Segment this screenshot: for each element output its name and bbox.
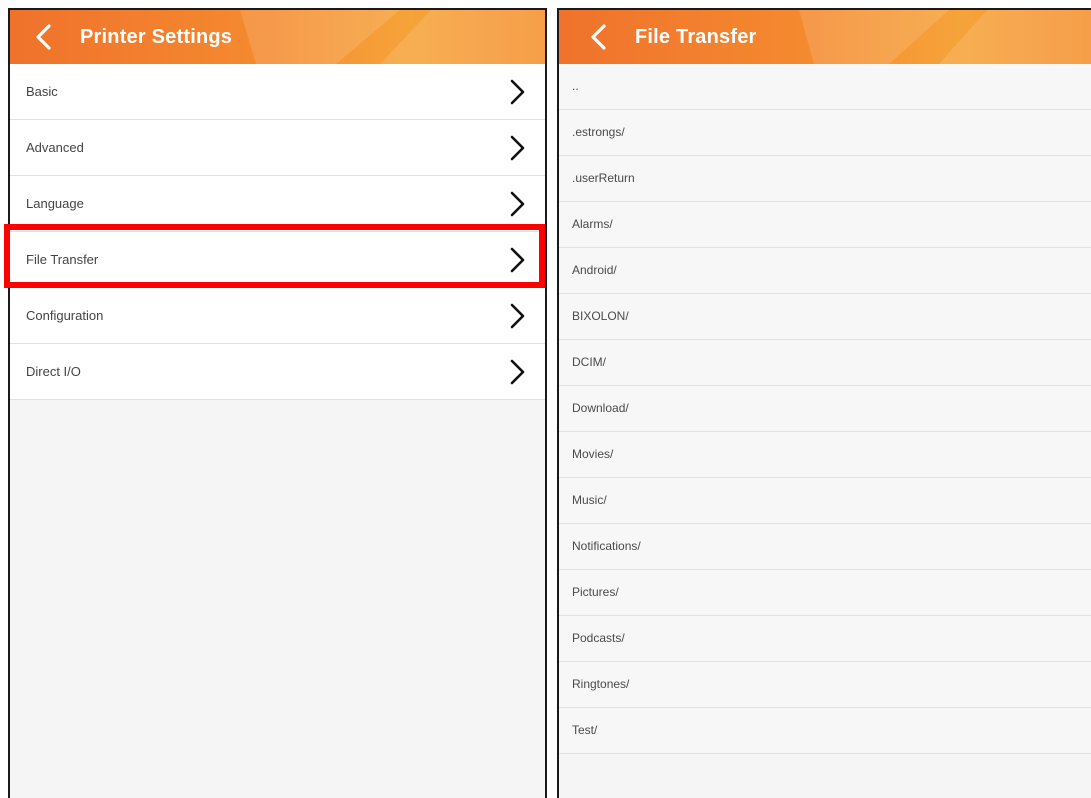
menu-item-label: Direct I/O: [26, 364, 81, 379]
chevron-left-icon[interactable]: [32, 23, 58, 51]
file-name: Alarms/: [572, 217, 613, 231]
file-list: .. .estrongs/ .userReturn Alarms/Android/BI…: [559, 64, 1091, 754]
menu-item-language[interactable]: Language: [10, 176, 545, 232]
file-name: Download/: [572, 401, 629, 415]
file-name: Ringtones/: [572, 677, 630, 691]
menu-item-label: Advanced: [26, 140, 84, 155]
file-list-item[interactable]: BIXOLON/: [559, 294, 1091, 340]
file-name: DCIM/: [572, 355, 606, 369]
chevron-right-icon: [510, 303, 525, 329]
menu-item-advanced[interactable]: Advanced: [10, 120, 545, 176]
file-name: ..: [572, 79, 579, 93]
file-list-item[interactable]: Pictures/: [559, 570, 1091, 616]
file-list-item[interactable]: Download/: [559, 386, 1091, 432]
file-list-item[interactable]: Ringtones/: [559, 662, 1091, 708]
menu-item-label: Language: [26, 196, 84, 211]
file-list-item[interactable]: Alarms/: [559, 202, 1091, 248]
file-name: Android/: [572, 263, 617, 277]
chevron-right-icon: [510, 247, 525, 273]
chevron-right-icon: [510, 359, 525, 385]
file-name: Music/: [572, 493, 607, 507]
file-list-item[interactable]: .estrongs/: [559, 110, 1091, 156]
chevron-left-icon[interactable]: [587, 23, 613, 51]
chevron-right-icon: [510, 191, 525, 217]
appbar-decoration: [799, 10, 949, 64]
file-name: Pictures/: [572, 585, 619, 599]
file-list-item[interactable]: Podcasts/: [559, 616, 1091, 662]
menu-item-configuration[interactable]: Configuration: [10, 288, 545, 344]
file-name: Podcasts/: [572, 631, 625, 645]
menu-item-label: Configuration: [26, 308, 104, 323]
file-name: .userReturn: [572, 171, 635, 185]
appbar-decoration: [939, 10, 1091, 64]
file-name: BIXOLON/: [572, 309, 629, 323]
appbar-decoration: [240, 10, 400, 64]
file-list-item[interactable]: Test/: [559, 708, 1091, 754]
file-name: .estrongs/: [572, 125, 625, 139]
page-title: Printer Settings: [80, 26, 233, 48]
menu-item-basic[interactable]: Basic: [10, 64, 545, 120]
file-name: Notifications/: [572, 539, 641, 553]
file-list-item[interactable]: Music/: [559, 478, 1091, 524]
page-title: File Transfer: [635, 26, 757, 48]
file-name: Test/: [572, 723, 598, 737]
menu-item-file-transfer[interactable]: File Transfer: [10, 232, 545, 288]
file-list-item[interactable]: Movies/: [559, 432, 1091, 478]
file-name: Movies/: [572, 447, 614, 461]
file-list-item[interactable]: .userReturn: [559, 156, 1091, 202]
printer-settings-screen: Printer Settings Basic Advanced Language…: [8, 8, 547, 798]
appbar-decoration: [380, 10, 545, 64]
chevron-right-icon: [510, 135, 525, 161]
file-list-item[interactable]: Notifications/: [559, 524, 1091, 570]
file-list-item[interactable]: ..: [559, 64, 1091, 110]
settings-menu: Basic Advanced Language File Transfer Co…: [10, 64, 545, 400]
chevron-right-icon: [510, 79, 525, 105]
menu-item-label: File Transfer: [26, 252, 99, 267]
file-list-item[interactable]: DCIM/: [559, 340, 1091, 386]
app-bar: File Transfer: [559, 10, 1091, 64]
app-bar: Printer Settings: [10, 10, 545, 64]
menu-item-direct-io[interactable]: Direct I/O: [10, 344, 545, 400]
file-transfer-screen: File Transfer .. .estrongs/ .userReturn Ala…: [557, 8, 1091, 798]
file-list-item[interactable]: Android/: [559, 248, 1091, 294]
menu-item-label: Basic: [26, 84, 58, 99]
